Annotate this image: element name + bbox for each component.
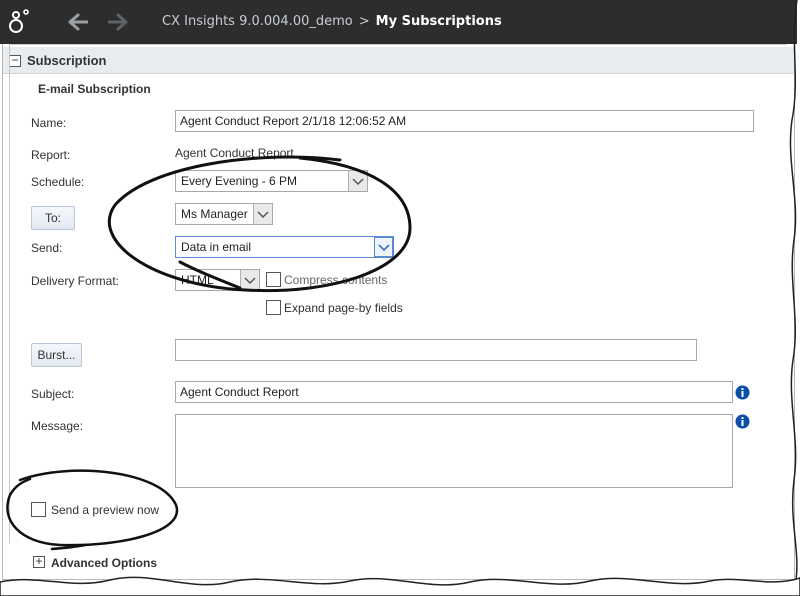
send-preview-label: Send a preview now	[51, 503, 160, 517]
name-label: Name:	[31, 116, 67, 130]
send-dropdown[interactable]	[374, 237, 393, 257]
report-value: Agent Conduct Report	[175, 146, 294, 160]
burst-button[interactable]: Burst...	[31, 343, 82, 367]
info-icon[interactable]	[735, 385, 750, 400]
send-label: Send:	[31, 241, 63, 255]
torn-paper-edge	[0, 576, 800, 596]
top-navigation-bar: CX Insights 9.0.004.00_demo > My Subscript…	[0, 0, 797, 44]
delivery-format-label: Delivery Format:	[31, 274, 120, 288]
schedule-label: Schedule:	[31, 175, 85, 189]
chevron-down-icon	[352, 178, 364, 186]
delivery-format-value: HTML	[181, 273, 214, 287]
email-subscription-legend: E-mail Subscription	[30, 82, 159, 96]
advanced-options-link[interactable]: Advanced Options	[51, 556, 157, 570]
to-recipient-value: Ms Manager	[181, 207, 248, 221]
chevron-down-icon	[378, 244, 390, 252]
to-recipient-dropdown[interactable]	[253, 204, 272, 224]
compress-contents-label: Compress contents	[284, 273, 388, 287]
message-textarea[interactable]	[175, 414, 733, 488]
name-input[interactable]: Agent Conduct Report 2/1/18 12:06:52 AM	[175, 110, 754, 132]
breadcrumb-separator: >	[358, 14, 370, 29]
delivery-format-dropdown[interactable]	[240, 270, 259, 290]
schedule-selected-value: Every Evening - 6 PM	[181, 174, 298, 188]
breadcrumb-current-page: My Subscriptions	[375, 14, 502, 29]
chevron-down-icon	[257, 211, 269, 219]
subject-input[interactable]: Agent Conduct Report	[175, 381, 733, 403]
schedule-dropdown[interactable]	[348, 171, 367, 191]
expand-advanced-toggle[interactable]: +	[33, 555, 45, 568]
expand-page-by-label: Expand page-by fields	[284, 301, 403, 315]
send-selected-value: Data in email	[181, 240, 252, 254]
breadcrumb: CX Insights 9.0.004.00_demo > My Subscript…	[162, 14, 502, 29]
info-icon[interactable]	[735, 414, 750, 429]
burst-input[interactable]	[175, 339, 697, 361]
back-arrow-icon[interactable]	[68, 13, 88, 31]
report-label: Report:	[31, 148, 71, 162]
breadcrumb-app-link[interactable]: CX Insights 9.0.004.00_demo	[162, 14, 353, 29]
send-select[interactable]: Data in email	[175, 236, 394, 258]
compress-contents-checkbox[interactable]	[266, 272, 281, 287]
forward-arrow-icon[interactable]	[108, 13, 128, 31]
to-button[interactable]: To:	[31, 206, 75, 230]
delivery-format-select[interactable]: HTML	[175, 269, 260, 291]
expand-page-by-checkbox[interactable]	[266, 300, 281, 315]
message-label: Message:	[31, 419, 84, 433]
send-preview-checkbox[interactable]	[31, 502, 46, 517]
genesys-logo-icon[interactable]	[6, 6, 36, 36]
to-recipient-select[interactable]: Ms Manager	[175, 203, 273, 225]
schedule-select[interactable]: Every Evening - 6 PM	[175, 170, 368, 192]
subject-label: Subject:	[31, 387, 75, 401]
chevron-down-icon	[244, 277, 256, 285]
